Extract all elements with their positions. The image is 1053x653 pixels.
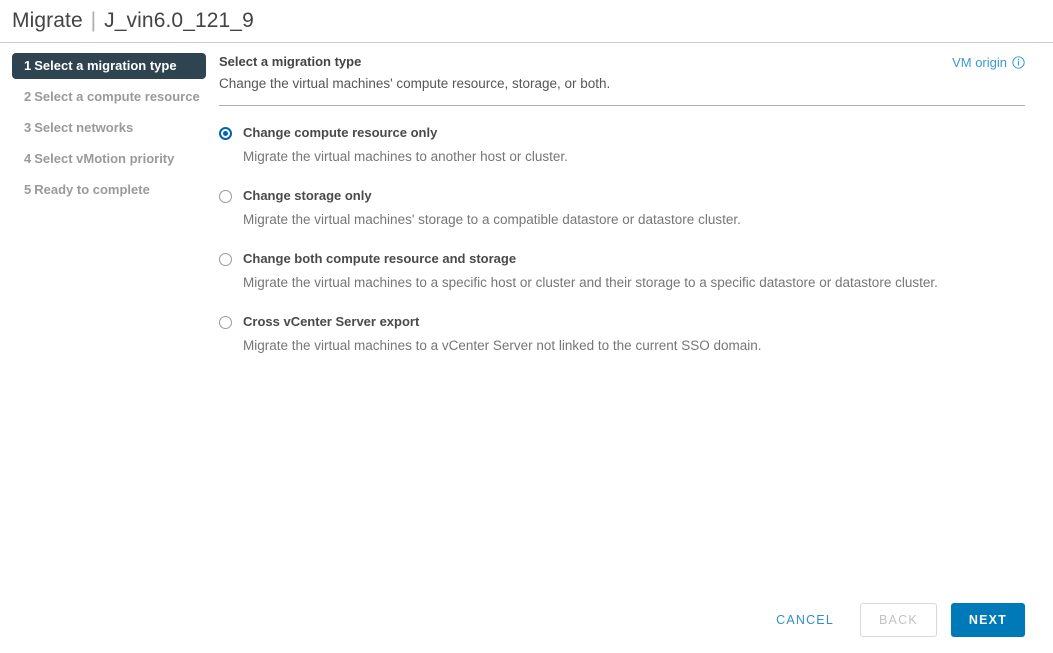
next-button[interactable]: NEXT <box>950 603 1025 637</box>
wizard-footer: CANCEL BACK NEXT <box>0 587 1053 653</box>
wizard-header: Migrate | J_vin6.0_121_9 <box>0 0 1053 43</box>
option-change-both-compute-and-storage: Change both compute resource and storage… <box>219 251 1025 292</box>
option-description: Migrate the virtual machines to another … <box>243 149 568 164</box>
vm-origin-label: VM origin <box>952 55 1007 70</box>
step-label: Select vMotion priority <box>34 151 175 166</box>
step-label: Select networks <box>34 120 134 135</box>
step-label: Select a migration type <box>34 58 177 73</box>
option-description: Migrate the virtual machines' storage to… <box>243 212 741 227</box>
info-circle-icon <box>1012 56 1025 69</box>
wizard-body: 1 Select a migration type 2 Select a compu… <box>0 43 1053 588</box>
option-row[interactable]: Change both compute resource and storage <box>219 251 1025 267</box>
step-number: 5 <box>24 182 32 197</box>
option-description: Migrate the virtual machines to a specif… <box>243 275 938 290</box>
content-header-divider <box>219 105 1025 106</box>
option-label: Change both compute resource and storage <box>243 251 517 266</box>
option-label: Cross vCenter Server export <box>243 314 420 329</box>
step-label: Ready to complete <box>34 182 150 197</box>
sidebar-item-select-networks[interactable]: 3 Select networks <box>12 115 206 141</box>
radio-change-storage-only[interactable] <box>219 190 232 203</box>
step-number: 1 <box>24 58 32 73</box>
option-change-compute-resource-only: Change compute resource only Migrate the… <box>219 125 1025 166</box>
sidebar-item-select-vmotion-priority[interactable]: 4 Select vMotion priority <box>12 146 206 172</box>
wizard-steps-sidebar: 1 Select a migration type 2 Select a compu… <box>0 43 212 208</box>
sidebar-item-select-migration-type[interactable]: 1 Select a migration type <box>12 53 206 79</box>
page-title-app: Migrate <box>12 9 83 32</box>
content-subtitle: Change the virtual machines' compute res… <box>219 76 611 91</box>
radio-change-both-compute-and-storage[interactable] <box>219 253 232 266</box>
cancel-button[interactable]: CANCEL <box>764 603 846 637</box>
step-number: 2 <box>24 89 32 104</box>
content-header: Select a migration type Change the virtu… <box>219 53 1025 94</box>
page-title: Migrate | J_vin6.0_121_9 <box>0 0 1053 33</box>
back-button: BACK <box>860 603 937 637</box>
content-title: Select a migration type <box>219 54 362 69</box>
vm-origin-link[interactable]: VM origin <box>952 53 1025 70</box>
migration-type-radio-group: Change compute resource only Migrate the… <box>219 125 1025 355</box>
option-cross-vcenter-server-export: Cross vCenter Server export Migrate the … <box>219 314 1025 355</box>
content-header-text: Select a migration type Change the virtu… <box>219 53 610 94</box>
option-row[interactable]: Cross vCenter Server export <box>219 314 1025 330</box>
option-label: Change compute resource only <box>243 125 438 140</box>
option-row[interactable]: Change compute resource only <box>219 125 1025 141</box>
option-label: Change storage only <box>243 188 372 203</box>
step-number: 4 <box>24 151 32 166</box>
step-label: Select a compute resource <box>34 89 200 104</box>
page-title-separator: | <box>90 9 97 32</box>
wizard-main-panel: Select a migration type Change the virtu… <box>212 43 1053 377</box>
radio-cross-vcenter-server-export[interactable] <box>219 316 232 329</box>
option-description: Migrate the virtual machines to a vCente… <box>243 338 762 353</box>
page-title-vm-name: J_vin6.0_121_9 <box>104 9 254 32</box>
step-number: 3 <box>24 120 32 135</box>
radio-change-compute-resource-only[interactable] <box>219 127 232 140</box>
sidebar-item-select-compute-resource[interactable]: 2 Select a compute resource <box>12 84 206 110</box>
option-row[interactable]: Change storage only <box>219 188 1025 204</box>
option-change-storage-only: Change storage only Migrate the virtual … <box>219 188 1025 229</box>
sidebar-item-ready-to-complete[interactable]: 5 Ready to complete <box>12 177 206 203</box>
